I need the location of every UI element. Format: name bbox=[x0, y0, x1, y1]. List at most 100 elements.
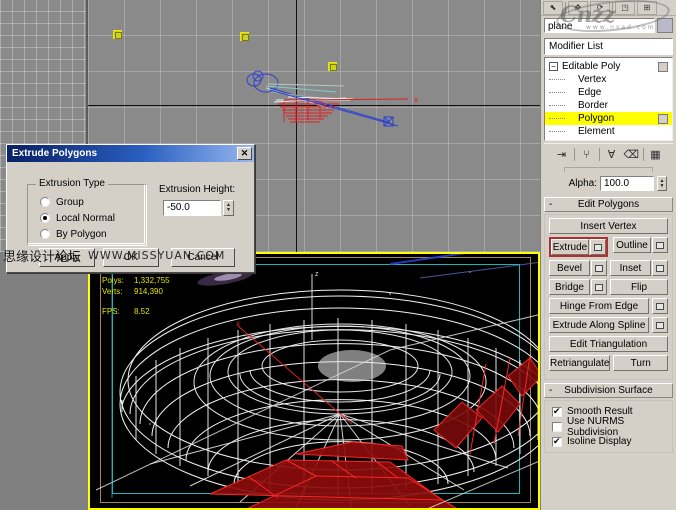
alpha-label: Alpha: bbox=[569, 178, 597, 189]
isoline-display-label: Isoline Display bbox=[567, 436, 631, 447]
turn-button[interactable]: Turn bbox=[613, 355, 668, 371]
retriangulate-button[interactable]: Retriangulate bbox=[549, 355, 610, 371]
use-nurms-subdivision-checkbox[interactable] bbox=[552, 422, 562, 432]
bevel-settings-icon[interactable] bbox=[591, 260, 607, 276]
radio-row-group[interactable]: Group bbox=[28, 194, 146, 210]
remove-modifier-icon[interactable]: ⌫ bbox=[624, 148, 638, 161]
radio-row-local-normal[interactable]: Local Normal bbox=[28, 210, 146, 226]
row-retriangulate-turn: Retriangulate Turn bbox=[549, 355, 668, 371]
use-nurms-subdivision-label: Use NURMS Subdivision bbox=[567, 416, 670, 438]
select-object-icon[interactable]: ⬉ bbox=[543, 1, 563, 15]
insert-vertex-button[interactable]: Insert Vertex bbox=[549, 218, 668, 234]
show-end-result-icon[interactable]: ⑂ bbox=[580, 149, 594, 161]
local-normal-label: Local Normal bbox=[56, 213, 115, 224]
pin-stack-icon[interactable]: ⇥ bbox=[555, 148, 569, 161]
configure-modifier-sets-icon[interactable]: ▦ bbox=[649, 148, 663, 161]
by-polygon-label: By Polygon bbox=[56, 229, 107, 240]
stats-fps-value: 8.52 bbox=[134, 306, 186, 317]
rollout-collapse-icon[interactable]: - bbox=[549, 200, 552, 210]
move-icon[interactable]: ✥ bbox=[568, 1, 588, 15]
rotate-icon[interactable]: ⟳ bbox=[590, 1, 610, 15]
edit-triangulation-button[interactable]: Edit Triangulation bbox=[549, 336, 668, 352]
dialog-titlebar[interactable]: Extrude Polygons ✕ bbox=[7, 145, 254, 162]
stack-item-label: Element bbox=[568, 126, 615, 137]
bevel-button[interactable]: Bevel bbox=[549, 260, 590, 276]
modifier-list-dropdown[interactable]: Modifier List bbox=[544, 38, 673, 55]
checkbox-row-use-nurms[interactable]: Use NURMS Subdivision bbox=[547, 419, 670, 434]
dialog-title: Extrude Polygons bbox=[12, 148, 97, 159]
extrude-polygons-dialog[interactable]: Extrude Polygons ✕ Extrusion Type Group … bbox=[6, 144, 255, 273]
stack-item-editable-poly[interactable]: − Editable Poly bbox=[545, 60, 672, 73]
ok-button[interactable]: OK bbox=[103, 248, 159, 267]
svg-text:z: z bbox=[315, 271, 319, 278]
hinge-from-edge-button[interactable]: Hinge From Edge bbox=[549, 298, 649, 314]
object-name-row: plane bbox=[541, 16, 676, 35]
extrude-along-spline-settings-icon[interactable] bbox=[652, 317, 668, 333]
apply-button[interactable]: Apply bbox=[39, 248, 95, 267]
bridge-pair: Bridge bbox=[549, 279, 607, 295]
stack-item-border[interactable]: Border bbox=[545, 99, 672, 112]
local-normal-radio[interactable] bbox=[40, 213, 50, 223]
stack-item-label: Border bbox=[568, 100, 608, 111]
group-label: Group bbox=[56, 197, 84, 208]
stack-root-label: Editable Poly bbox=[562, 61, 620, 72]
stack-item-vertex[interactable]: Vertex bbox=[545, 73, 672, 86]
outline-pair: Outline bbox=[613, 237, 668, 257]
alpha-input[interactable]: 100.0 bbox=[600, 176, 654, 191]
toolbar-separator bbox=[643, 148, 644, 161]
alpha-row: Alpha: 100.0 ▲▼ bbox=[544, 174, 673, 194]
smooth-result-checkbox[interactable] bbox=[552, 407, 562, 417]
extrude-button[interactable]: Extrude bbox=[551, 239, 589, 255]
extrude-along-spline-button[interactable]: Extrude Along Spline bbox=[549, 317, 649, 333]
viewport-bottom-left[interactable] bbox=[0, 252, 86, 510]
row-bridge-flip: Bridge Flip bbox=[549, 279, 668, 295]
object-name-field[interactable]: plane bbox=[544, 18, 655, 33]
stats-fps-label: FPS: bbox=[102, 306, 134, 317]
stats-polys-value: 1,332,755 bbox=[134, 275, 186, 286]
row-edit-triangulation: Edit Triangulation bbox=[549, 336, 668, 352]
inset-settings-icon[interactable] bbox=[652, 260, 668, 276]
scale-icon[interactable]: ◳ bbox=[615, 1, 635, 15]
close-icon[interactable]: ✕ bbox=[237, 147, 252, 160]
radio-row-by-polygon[interactable]: By Polygon bbox=[28, 226, 146, 242]
modifier-stack-toolbar: ⇥ ⑂ ∀ ⌫ ▦ bbox=[544, 143, 673, 165]
make-unique-icon[interactable]: ∀ bbox=[605, 148, 619, 161]
stack-toggle-icon[interactable] bbox=[658, 114, 668, 124]
extrude-settings-icon[interactable] bbox=[590, 239, 606, 255]
stack-expander-icon[interactable]: − bbox=[549, 62, 558, 71]
inset-button[interactable]: Inset bbox=[610, 260, 651, 276]
extrude-highlight-box: Extrude bbox=[549, 237, 608, 257]
stats-verts-value: 914,390 bbox=[134, 286, 186, 297]
reference-coordinate-icon[interactable]: ⊞ bbox=[637, 1, 657, 15]
hinge-from-edge-settings-icon[interactable] bbox=[652, 298, 668, 314]
rollout-title: Subdivision Surface bbox=[564, 385, 652, 396]
rollout-title: Edit Polygons bbox=[578, 199, 639, 210]
alpha-spinner[interactable]: ▲▼ bbox=[657, 176, 667, 191]
by-polygon-radio[interactable] bbox=[40, 229, 50, 239]
extrusion-height-input[interactable]: -50.0 bbox=[163, 200, 221, 216]
bridge-settings-icon[interactable] bbox=[591, 279, 607, 295]
cancel-button[interactable]: Cancel bbox=[171, 248, 235, 267]
flip-button[interactable]: Flip bbox=[610, 279, 668, 295]
stack-item-element[interactable]: Element bbox=[545, 125, 672, 138]
extrusion-height-spinner[interactable]: ▲▼ bbox=[223, 200, 234, 216]
stack-toggle-icon[interactable] bbox=[658, 62, 668, 72]
outline-button[interactable]: Outline bbox=[613, 237, 651, 253]
isoline-display-checkbox[interactable] bbox=[552, 437, 562, 447]
viewport-perspective-active[interactable]: Total Polys: 1,332,755 Verts: 914,390 FP… bbox=[88, 252, 540, 510]
rollout-collapse-icon[interactable]: - bbox=[549, 386, 552, 396]
object-color-swatch[interactable] bbox=[657, 18, 673, 33]
stack-item-edge[interactable]: Edge bbox=[545, 86, 672, 99]
outline-settings-icon[interactable] bbox=[652, 237, 668, 253]
group-radio[interactable] bbox=[40, 197, 50, 207]
stack-tree-line bbox=[549, 118, 565, 119]
rollout-header-edit-polygons[interactable]: - Edit Polygons bbox=[544, 197, 673, 212]
toolbar-separator bbox=[565, 2, 566, 14]
bridge-button[interactable]: Bridge bbox=[549, 279, 590, 295]
stack-tree-line bbox=[549, 105, 565, 106]
stack-item-label: Edge bbox=[568, 87, 601, 98]
stack-item-polygon[interactable]: Polygon bbox=[545, 112, 672, 125]
rollout-header-subdivision-surface[interactable]: - Subdivision Surface bbox=[544, 383, 673, 398]
toolbar-separator bbox=[599, 148, 600, 161]
modifier-stack[interactable]: − Editable Poly Vertex Edge Border Polyg… bbox=[544, 57, 673, 141]
